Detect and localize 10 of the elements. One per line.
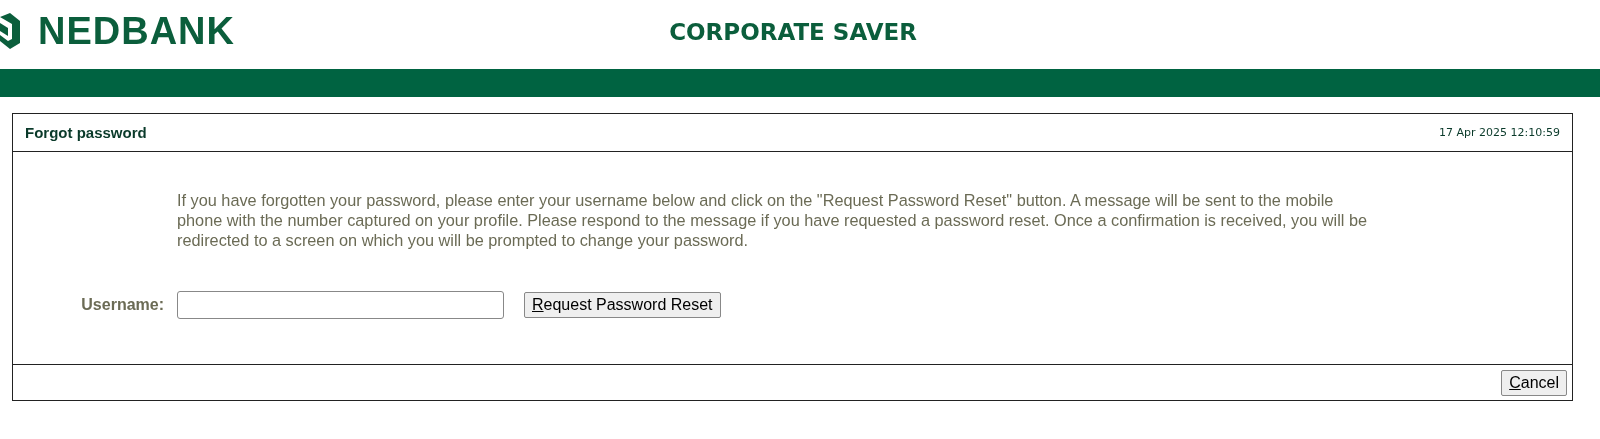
username-label: Username: <box>80 296 164 314</box>
instructions: If you have forgotten your password, please enter your username below and click on the "Request Password Reset" button. A message will be sent to the mobile phone with the number captured on your profile. Please respond to the message if you have requested a password reset. Once a confirmation is received, you will be redirected to a screen on which you will be prompted to change your password. <box>177 190 1369 250</box>
logo-text: NEDBANK <box>38 13 235 49</box>
username-field[interactable] <box>177 291 504 319</box>
logo-icon <box>0 13 22 49</box>
request-reset-button[interactable]: Request Password Reset <box>524 292 721 318</box>
app-title: CORPORATE SAVER <box>669 19 917 45</box>
timestamp: 17 Apr 2025 12:10:59 <box>1439 126 1560 139</box>
cancel-button[interactable]: Cancel <box>1501 369 1567 396</box>
panel-title: Forgot password <box>25 124 147 141</box>
